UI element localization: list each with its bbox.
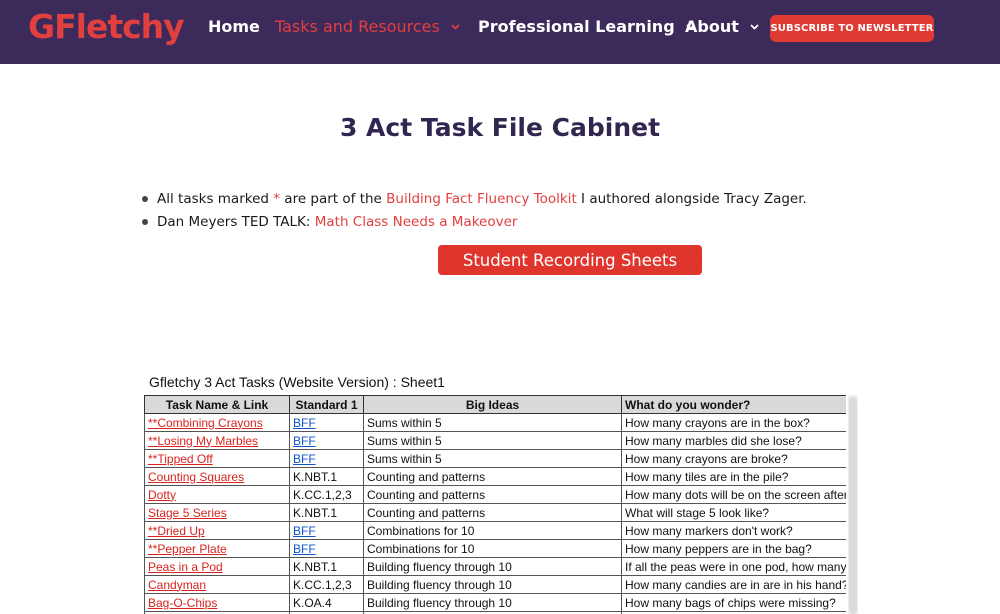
wonder-cell: What will stage 5 look like? bbox=[621, 503, 846, 522]
column-header: Big Ideas bbox=[363, 395, 622, 414]
wonder-cell: If all the peas were in one pod, how man… bbox=[621, 557, 846, 576]
standard-cell[interactable]: BFF bbox=[289, 431, 364, 450]
nav-tasks-and-resources[interactable]: Tasks and Resources bbox=[275, 17, 460, 37]
bullet-item: Dan Meyers TED TALK: Math Class Needs a … bbox=[140, 211, 807, 234]
wonder-cell: How many tiles are in the pile? bbox=[621, 467, 846, 486]
big-ideas-cell: Combinations for 10 bbox=[363, 521, 622, 540]
big-ideas-cell: Counting and patterns bbox=[363, 503, 622, 522]
column-header: Standard 1 bbox=[289, 395, 364, 414]
fact-fluency-toolkit-link[interactable]: Building Fact Fluency Toolkit bbox=[386, 191, 577, 207]
table-header-row: Task Name & Link Standard 1 Big Ideas Wh… bbox=[144, 395, 846, 414]
standard-cell: K.NBT.1 bbox=[289, 467, 364, 486]
column-header: Task Name & Link bbox=[144, 395, 290, 414]
intro-bullets: All tasks marked * are part of the Build… bbox=[140, 188, 807, 233]
bullet-text: Dan Meyers TED TALK: bbox=[157, 213, 315, 230]
big-ideas-cell: Combinations for 10 bbox=[363, 539, 622, 558]
table-row: Counting Squares K.NBT.1 Counting and patt… bbox=[144, 467, 846, 486]
student-recording-sheets-button[interactable]: Student Recording Sheets bbox=[438, 245, 702, 275]
bullet-item: All tasks marked * are part of the Build… bbox=[140, 188, 807, 211]
task-name-cell[interactable]: **Tipped Off bbox=[144, 449, 290, 468]
standard-cell[interactable]: BFF bbox=[289, 413, 364, 432]
nav-home-label: Home bbox=[208, 17, 260, 36]
nav-professional-learning[interactable]: Professional Learning bbox=[478, 17, 695, 37]
table-row: **Pepper Plate BFF Combinations for 10 How … bbox=[144, 539, 846, 558]
big-ideas-cell: Counting and patterns bbox=[363, 467, 622, 486]
standard-cell[interactable]: BFF bbox=[289, 449, 364, 468]
nav-about-label: About bbox=[685, 17, 739, 36]
sheet-scrollbar[interactable] bbox=[848, 395, 858, 614]
task-name-cell[interactable]: **Dried Up bbox=[144, 521, 290, 540]
wonder-cell: How many bags of chips were missing? bbox=[621, 593, 846, 612]
task-name-cell[interactable]: **Pepper Plate bbox=[144, 539, 290, 558]
table-row: Stage 5 Series K.NBT.1 Counting and patter… bbox=[144, 503, 846, 522]
task-name-cell[interactable]: Dotty bbox=[144, 485, 290, 504]
task-name-cell[interactable]: Bag-O-Chips bbox=[144, 593, 290, 612]
page-title: 3 Act Task File Cabinet bbox=[339, 113, 661, 142]
big-ideas-cell: Counting and patterns bbox=[363, 485, 622, 504]
table-row: **Dried Up BFF Combinations for 10 How many… bbox=[144, 521, 846, 540]
table-row: **Tipped Off BFF Sums within 5 How many cra… bbox=[144, 449, 846, 468]
wonder-cell: How many dots will be on the screen afte… bbox=[621, 485, 846, 504]
wonder-cell: How many crayons are broke? bbox=[621, 449, 846, 468]
nav-home[interactable]: Home bbox=[208, 17, 260, 37]
table-row: Dotty K.CC.1,2,3 Counting and patterns How … bbox=[144, 485, 846, 504]
bullet-text: are part of the bbox=[280, 191, 387, 207]
scrollbar-thumb[interactable] bbox=[849, 397, 857, 614]
sheet-title: Gfletchy 3 Act Tasks (Website Version) :… bbox=[149, 374, 445, 390]
standard-cell[interactable]: BFF bbox=[289, 539, 364, 558]
task-name-cell[interactable]: **Losing My Marbles bbox=[144, 431, 290, 450]
big-ideas-cell: Sums within 5 bbox=[363, 449, 622, 468]
standard-cell: K.NBT.1 bbox=[289, 503, 364, 522]
embedded-spreadsheet[interactable]: Task Name & Link Standard 1 Big Ideas Wh… bbox=[144, 395, 846, 614]
table-row: **Combining Crayons BFF Sums within 5 How m… bbox=[144, 413, 846, 432]
standard-cell[interactable]: BFF bbox=[289, 521, 364, 540]
table-body: **Combining Crayons BFF Sums within 5 How m… bbox=[144, 413, 846, 614]
table-row: Candyman K.CC.1,2,3 Building fluency throu… bbox=[144, 575, 846, 594]
wonder-cell: How many candies are in are in his hand? bbox=[621, 575, 846, 594]
task-name-cell[interactable]: Candyman bbox=[144, 575, 290, 594]
table-row: Bag-O-Chips K.OA.4 Building fluency throug… bbox=[144, 593, 846, 612]
ted-talk-link[interactable]: Math Class Needs a Makeover bbox=[315, 214, 518, 230]
standard-cell: K.NBT.1 bbox=[289, 557, 364, 576]
wonder-cell: How many crayons are in the box? bbox=[621, 413, 846, 432]
site-logo[interactable]: GFletchy bbox=[28, 7, 185, 46]
chevron-down-icon bbox=[750, 24, 760, 30]
subscribe-newsletter-button[interactable]: SUBSCRIBE TO NEWSLETTER bbox=[770, 15, 934, 42]
big-ideas-cell: Building fluency through 10 bbox=[363, 557, 622, 576]
big-ideas-cell: Sums within 5 bbox=[363, 413, 622, 432]
wonder-cell: How many peppers are in the bag? bbox=[621, 539, 846, 558]
nav-pl-label: Professional Learning bbox=[478, 17, 675, 36]
nav-about[interactable]: About bbox=[685, 17, 760, 37]
tasks-table: Task Name & Link Standard 1 Big Ideas Wh… bbox=[144, 395, 846, 614]
standard-cell: K.CC.1,2,3 bbox=[289, 485, 364, 504]
big-ideas-cell: Building fluency through 10 bbox=[363, 575, 622, 594]
standard-cell: K.CC.1,2,3 bbox=[289, 575, 364, 594]
column-header: What do you wonder? bbox=[621, 395, 846, 414]
task-name-cell[interactable]: **Combining Crayons bbox=[144, 413, 290, 432]
bullet-text: All tasks marked bbox=[157, 191, 274, 207]
nav-tasks-label: Tasks and Resources bbox=[275, 17, 440, 36]
table-row: Peas in a Pod K.NBT.1 Building fluency thr… bbox=[144, 557, 846, 576]
wonder-cell: How many markers don't work? bbox=[621, 521, 846, 540]
wonder-cell: How many marbles did she lose? bbox=[621, 431, 846, 450]
table-row: **Losing My Marbles BFF Sums within 5 How m… bbox=[144, 431, 846, 450]
big-ideas-cell: Sums within 5 bbox=[363, 431, 622, 450]
asterisk-marker: * bbox=[273, 191, 280, 207]
task-name-cell[interactable]: Peas in a Pod bbox=[144, 557, 290, 576]
task-name-cell[interactable]: Stage 5 Series bbox=[144, 503, 290, 522]
standard-cell: K.OA.4 bbox=[289, 593, 364, 612]
chevron-down-icon bbox=[451, 24, 460, 30]
bullet-text: I authored alongside Tracy Zager. bbox=[576, 191, 807, 207]
task-name-cell[interactable]: Counting Squares bbox=[144, 467, 290, 486]
big-ideas-cell: Building fluency through 10 bbox=[363, 593, 622, 612]
site-header: GFletchy Home Tasks and Resources Profes… bbox=[0, 0, 1000, 64]
